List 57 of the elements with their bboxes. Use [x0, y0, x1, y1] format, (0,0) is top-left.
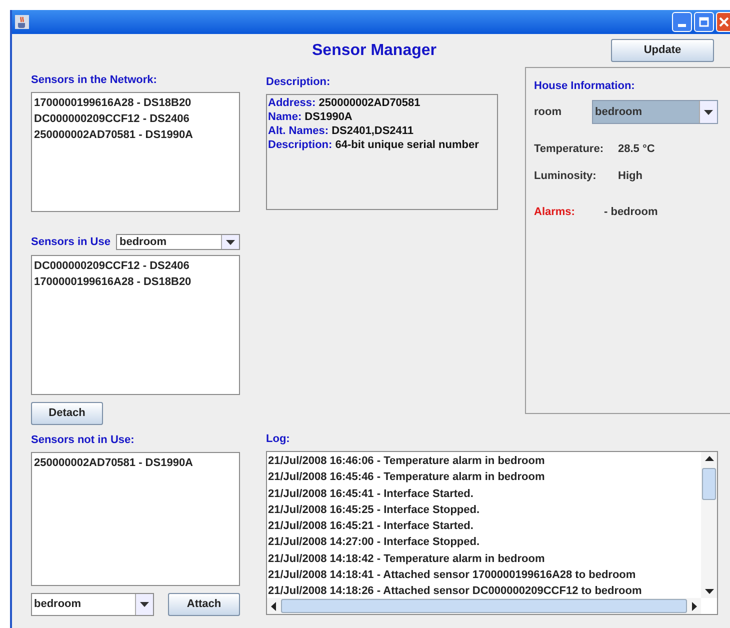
vertical-scrollbar[interactable]: [701, 452, 717, 598]
reading-value: High: [618, 168, 642, 184]
log-entry: 21/Jul/2008 14:18:26 - Attached sensor DC000000209CCF12 to bedroom: [268, 584, 642, 598]
log-entry: 21/Jul/2008 14:18:42 - Temperature alarm in bedroom: [268, 552, 545, 567]
minimize-icon: [678, 24, 686, 27]
log-list[interactable]: [266, 451, 718, 615]
list-item[interactable]: DC000000209CCF12 - DS2406: [34, 111, 190, 127]
description-line: Address: 250000002AD70581: [268, 96, 420, 110]
sensor-list[interactable]: 250000002AD70581 - DS1990A: [31, 452, 240, 586]
scroll-thumb[interactable]: [281, 599, 687, 613]
dropdown-arrow-icon: [226, 240, 235, 244]
log-entry: 21/Jul/2008 16:46:06 - Temperature alarm in bedroom: [268, 454, 545, 469]
log-entry: 21/Jul/2008 16:45:46 - Temperature alarm in bedroom: [268, 470, 545, 486]
alarms-value: - bedroom: [604, 205, 658, 220]
section-label: Log:: [266, 432, 291, 446]
alarms-label: Alarms:: [534, 205, 576, 220]
update-button[interactable]: Update: [611, 39, 714, 62]
detach-button[interactable]: Detach: [31, 402, 103, 425]
section-label: Sensors in the Network:: [31, 73, 158, 87]
app-title: Sensor Manager: [312, 40, 436, 60]
room-dropdown[interactable]: bedroom: [592, 100, 718, 124]
description-line: Name: DS1990A: [268, 110, 352, 124]
minimize-button[interactable]: [672, 12, 692, 32]
room-dropdown[interactable]: bedroom: [31, 593, 154, 616]
list-item[interactable]: DC000000209CCF12 - DS2406: [34, 258, 190, 274]
log-entry: 21/Jul/2008 16:45:41 - Interface Started.: [268, 486, 474, 502]
maximize-icon: [699, 17, 709, 27]
list-item[interactable]: 250000002AD70581 - DS1990A: [34, 455, 194, 471]
room-dropdown[interactable]: bedroom: [116, 234, 240, 250]
close-button[interactable]: [716, 12, 730, 32]
room-label: room: [534, 104, 562, 120]
log-entry: 21/Jul/2008 14:27:00 - Interface Stopped.: [268, 535, 480, 550]
attach-button[interactable]: Attach: [168, 593, 240, 616]
coffee-cup-icon: [15, 15, 29, 29]
reading-value: 28.5 °C: [618, 142, 655, 157]
log-entry: 21/Jul/2008 16:45:21 - Interface Started.: [268, 519, 474, 534]
section-label: House Information:: [534, 79, 636, 93]
list-item[interactable]: 1700000199616A28 - DS18B20: [34, 95, 192, 111]
dropdown-arrow-icon: [704, 110, 713, 114]
log-entry: 21/Jul/2008 14:18:41 - Attached sensor 1700000199616A28 to bedroom: [268, 568, 636, 584]
close-icon: [719, 17, 729, 27]
sensor-list[interactable]: DC000000209CCF12 - DS2406 1700000199616A28 - DS18B20: [31, 255, 240, 395]
maximize-button[interactable]: [694, 12, 714, 32]
reading-label: Temperature:: [534, 142, 604, 157]
sensor-list[interactable]: 1700000199616A28 - DS18B20 DC000000209CCF12 - DS2406 250000002AD70581 - DS1990A: [31, 92, 240, 212]
reading-label: Luminosity:: [534, 168, 598, 184]
list-item[interactable]: 250000002AD70581 - DS1990A: [34, 127, 194, 143]
section-label: Description:: [266, 75, 332, 89]
dropdown-arrow-icon: [140, 602, 149, 607]
section-label: Sensors not in Use:: [31, 433, 136, 447]
list-item[interactable]: 1700000199616A28 - DS18B20: [34, 274, 192, 290]
horizontal-scrollbar[interactable]: [267, 598, 701, 614]
scroll-thumb[interactable]: [702, 468, 716, 500]
section-label: Sensors in Use: [31, 234, 110, 250]
log-entry: 21/Jul/2008 16:45:25 - Interface Stopped.: [268, 502, 480, 518]
description-line: Alt. Names: DS2401,DS2411: [268, 124, 414, 138]
description-line: Description: 64-bit unique serial number: [268, 138, 479, 152]
